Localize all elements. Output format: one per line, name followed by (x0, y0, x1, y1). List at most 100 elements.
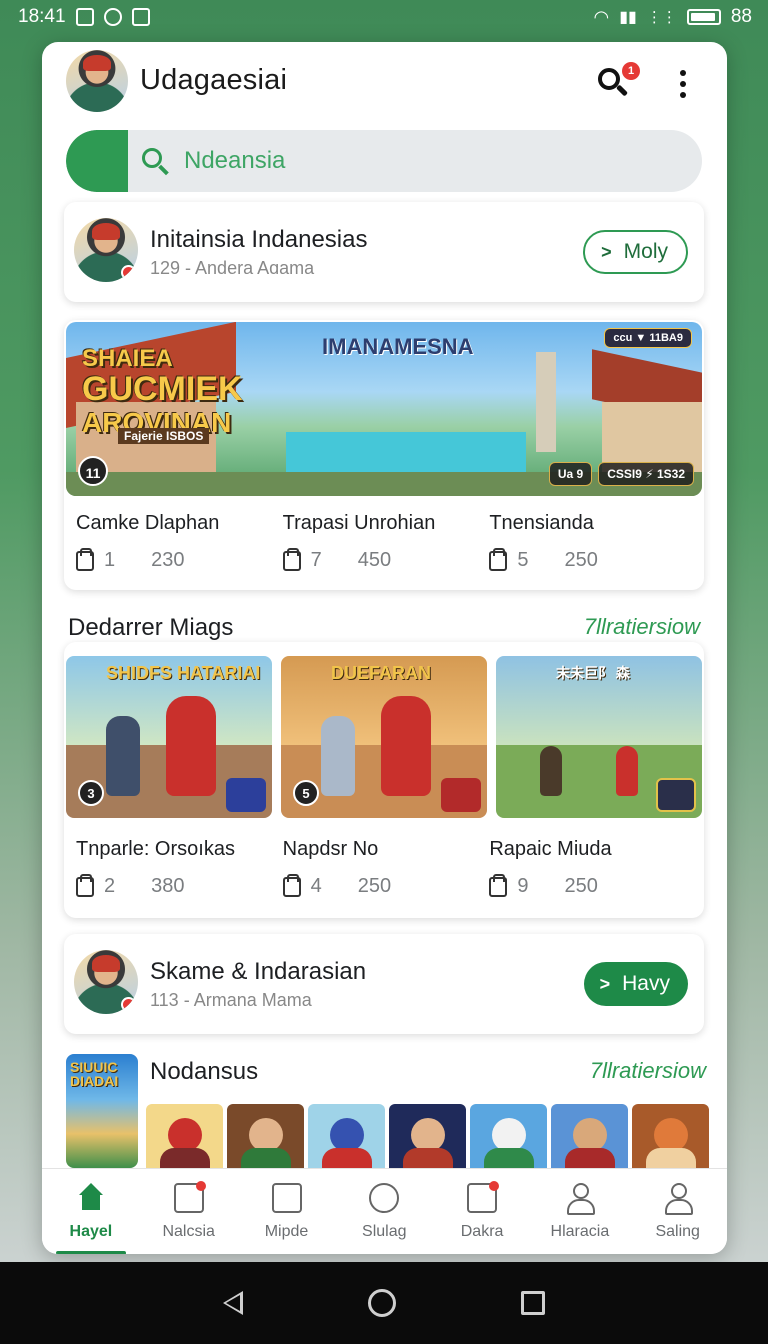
battery-icon (686, 9, 721, 25)
section-title: Dedarrer Miags (68, 614, 234, 641)
profile-avatar[interactable] (74, 218, 138, 282)
nav-item-calendar[interactable]: Dakra (433, 1169, 531, 1254)
profile-subtitle: 113 - Armana Mama (150, 990, 312, 1010)
character-card[interactable] (632, 1104, 709, 1168)
nav-item-inbox[interactable]: Nalcsia (140, 1169, 238, 1254)
inbox-icon (173, 1181, 206, 1213)
user-avatar[interactable] (66, 50, 128, 112)
character-card[interactable] (308, 1104, 385, 1168)
search-input[interactable] (184, 144, 684, 178)
banner-heading: IMANAMESNA (322, 334, 474, 359)
resource-badge: Ua 9 (548, 462, 593, 486)
item-count: 7 (310, 549, 322, 571)
game-item[interactable]: Tnparle: Orsoıkas 2 380 (76, 838, 283, 898)
profile-card-bottom[interactable]: Skame & Indarasian 113 - Armana Mama > H… (64, 934, 704, 1034)
emblem-icon (441, 778, 481, 812)
games-grid-card: SHIDFS HATARIAI 3 DUEFARAN 5 末未巨阝 森 Tnpa… (64, 642, 704, 918)
bag-icon (489, 547, 508, 571)
settings-icon (103, 8, 122, 26)
nav-item-list[interactable]: Mipde (238, 1169, 336, 1254)
play-button[interactable]: > Havy (583, 962, 688, 1006)
search-bar[interactable] (66, 130, 702, 192)
status-right: ◠ ▮▮ ⋮⋮ 88 (594, 6, 752, 28)
status-bar: 18:41 ◠ ▮▮ ⋮⋮ 88 (0, 0, 768, 34)
character-card[interactable] (470, 1104, 547, 1168)
signal-icon: ▮▮ (619, 9, 637, 26)
item-count: 5 (517, 549, 529, 571)
item-count: 1 (104, 549, 116, 571)
game-item[interactable]: Rapaic Miuda 9 250 (489, 838, 696, 898)
section-title: Nodansus (150, 1058, 259, 1085)
more-button[interactable]: > Moly (583, 230, 688, 274)
game-thumbnail[interactable]: SHIDFS HATARIAI 3 (66, 656, 272, 818)
collection-cover[interactable]: SIUUIC DIADAI (66, 1054, 138, 1168)
profile-subtitle: 129 - Andera Aɑama (150, 258, 315, 278)
section-nodansus: SIUUIC DIADAI Nodansus 7llratiersiow (66, 1054, 709, 1168)
banner-rank-badge: ccu ▼ 11BA9 (604, 328, 692, 348)
status-badge (121, 997, 136, 1012)
system-nav-bar (0, 1262, 768, 1344)
profile-name: Skame & Indarasian (150, 958, 367, 985)
calendar-icon (467, 1181, 500, 1213)
nav-label: Hlaracia (550, 1223, 610, 1240)
character-card[interactable] (551, 1104, 628, 1168)
character-card[interactable] (389, 1104, 466, 1168)
profile-card-top[interactable]: Initainsia Indanesias 129 - Andera Aɑama… (64, 202, 704, 302)
back-icon[interactable] (222, 1291, 243, 1315)
nav-item-compass[interactable]: Slulag (335, 1169, 433, 1254)
profile-avatar[interactable] (74, 950, 138, 1014)
featured-card[interactable]: SHAIEA GUCMIEK AROVINAN Fajerie ISBOS IM… (64, 320, 704, 590)
nav-item-person[interactable]: Hlaracia (531, 1169, 629, 1254)
recents-icon[interactable] (521, 1291, 546, 1315)
character-card[interactable] (146, 1104, 223, 1168)
item-name: Rapaic Miuda (489, 838, 612, 860)
thumb-title: DUEFARAN (331, 663, 432, 683)
section-header-games: Dedarrer Miags 7llratiersiow (68, 614, 700, 644)
featured-stats: Camke Dlaphan 1 230 Trapasi Unrohian 7 4… (76, 512, 696, 572)
item-name: Camke Dlaphan (76, 512, 220, 534)
item-name: Tnparle: Orsoıkas (76, 838, 235, 860)
featured-item[interactable]: Tnensianda 5 250 (489, 512, 696, 572)
resource-badge: CSSI9 ⚡ 1S32 (598, 462, 694, 486)
bag-icon (282, 547, 301, 571)
chevron-right-icon: > (601, 241, 612, 262)
status-left: 18:41 (18, 6, 150, 28)
item-name: Trapasi Unrohian (282, 512, 436, 534)
more-button-label: Moly (623, 240, 668, 263)
nav-item-home[interactable]: Hayel (42, 1169, 140, 1254)
active-indicator (56, 1251, 126, 1254)
item-value: 380 (151, 875, 185, 897)
thumb-number: 5 (293, 780, 319, 806)
item-count: 2 (104, 875, 116, 897)
character-row (146, 1104, 709, 1168)
bag-icon (489, 873, 508, 897)
app-title: Udagaesiai (140, 64, 288, 96)
game-item[interactable]: Napdsr No 4 250 (282, 838, 490, 898)
nav-label: Nalcsia (162, 1223, 215, 1240)
cover-text: SIUUIC DIADAI (70, 1059, 119, 1089)
notification-badge: 1 (622, 62, 640, 80)
banner-logo-text: SHAIEA GUCMIEK AROVINAN (82, 345, 243, 439)
more-options-button[interactable] (674, 68, 692, 102)
bag-icon (76, 873, 94, 897)
game-thumbnail[interactable]: DUEFARAN 5 (281, 656, 487, 818)
nav-item-profile[interactable]: Saling (629, 1169, 727, 1254)
item-value: 450 (357, 549, 392, 571)
featured-banner[interactable]: SHAIEA GUCMIEK AROVINAN Fajerie ISBOS IM… (66, 322, 702, 496)
see-all-link[interactable]: 7llratiersiow (584, 614, 700, 640)
emblem-icon (656, 778, 696, 812)
featured-item[interactable]: Camke Dlaphan 1 230 (76, 512, 283, 572)
wifi-icon: ◠ (593, 6, 610, 27)
nav-label: Dakra (460, 1223, 504, 1240)
character-card[interactable] (227, 1104, 304, 1168)
home-circle-icon[interactable] (367, 1289, 396, 1317)
see-all-link[interactable]: 7llratiersiow (590, 1058, 706, 1084)
featured-item[interactable]: Trapasi Unrohian 7 450 (282, 512, 490, 572)
game-thumbnail[interactable]: 末未巨阝 森 (496, 656, 702, 818)
banner-subtitle: Fajerie ISBOS (118, 428, 210, 444)
nav-label: Slulag (362, 1223, 407, 1240)
bag-icon (282, 873, 301, 897)
person-icon (565, 1183, 595, 1215)
emblem-icon (226, 778, 266, 812)
bag-icon (76, 547, 94, 571)
